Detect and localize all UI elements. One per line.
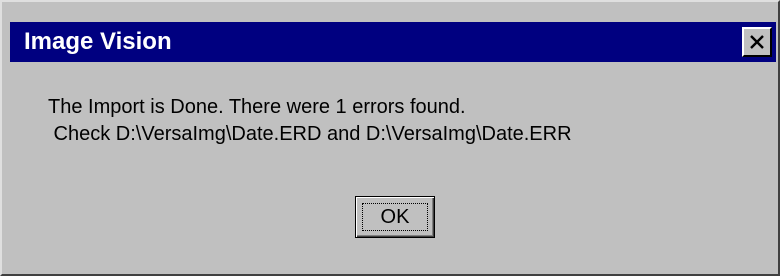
- message-line-1: The Import is Done. There were 1 errors …: [48, 96, 466, 118]
- message-dialog: Image Vision The Import is Done. There w…: [0, 0, 780, 276]
- close-icon: [749, 35, 765, 49]
- dialog-title: Image Vision: [24, 28, 172, 55]
- title-bar[interactable]: Image Vision: [10, 22, 776, 62]
- message-line-2: Check D:\VersaImg\Date.ERD and D:\VersaI…: [48, 123, 572, 145]
- message-text: The Import is Done. There were 1 errors …: [48, 94, 572, 148]
- ok-button[interactable]: OK: [355, 196, 435, 238]
- close-button[interactable]: [742, 27, 772, 57]
- ok-button-label: OK: [380, 205, 410, 228]
